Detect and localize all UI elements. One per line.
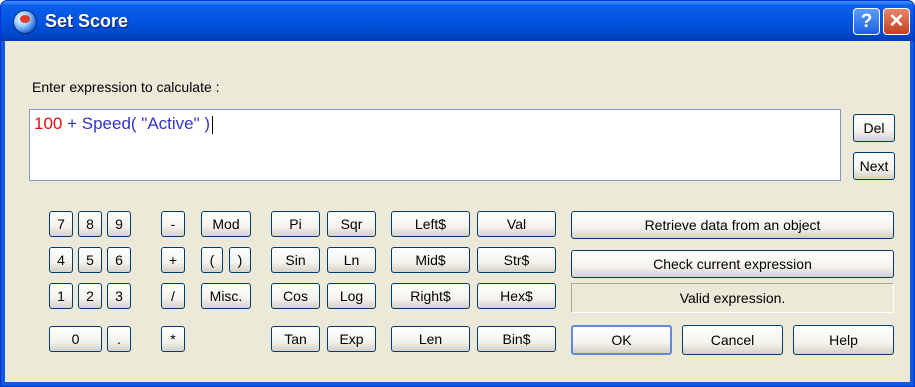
set-score-dialog: Set Score ? ✕ Enter expression to calcul… <box>0 0 915 387</box>
window-title: Set Score <box>45 11 129 31</box>
key-divide-button[interactable]: / <box>161 283 185 309</box>
dialog-client-area: Enter expression to calculate : 100 + Sp… <box>5 41 910 382</box>
help-button[interactable]: Help <box>793 325 894 355</box>
key-plus-button[interactable]: + <box>161 247 185 273</box>
key-5-button[interactable]: 5 <box>78 247 102 273</box>
key-mod-button[interactable]: Mod <box>201 211 251 237</box>
text-caret <box>212 115 214 134</box>
exp-button[interactable]: Exp <box>327 326 376 352</box>
check-expression-button[interactable]: Check current expression <box>571 250 894 278</box>
hex-string-button[interactable]: Hex$ <box>477 283 556 309</box>
key-2-button[interactable]: 2 <box>78 283 102 309</box>
title-bar[interactable]: Set Score ? ✕ <box>1 1 914 41</box>
key-multiply-button[interactable]: * <box>161 326 185 352</box>
key-1-button[interactable]: 1 <box>49 283 73 309</box>
key-dot-button[interactable]: . <box>107 326 131 352</box>
key-7-button[interactable]: 7 <box>49 211 73 237</box>
expr-close-paren-token: ) <box>204 114 211 133</box>
val-button[interactable]: Val <box>477 211 556 237</box>
expression-prompt-label: Enter expression to calculate : <box>32 79 220 95</box>
help-title-button[interactable]: ? <box>853 8 880 35</box>
expr-number-token: 100 <box>34 114 63 133</box>
next-button[interactable]: Next <box>853 152 895 180</box>
tan-button[interactable]: Tan <box>271 326 320 352</box>
mid-string-button[interactable]: Mid$ <box>391 247 470 273</box>
key-0-button[interactable]: 0 <box>49 326 102 352</box>
retrieve-data-button[interactable]: Retrieve data from an object <box>571 211 894 239</box>
log-button[interactable]: Log <box>327 283 376 309</box>
cos-button[interactable]: Cos <box>271 283 320 309</box>
expr-string-token: "Active" <box>136 114 205 133</box>
ok-button[interactable]: OK <box>571 325 672 355</box>
cancel-button[interactable]: Cancel <box>682 325 783 355</box>
sqr-button[interactable]: Sqr <box>327 211 376 237</box>
key-left-paren-button[interactable]: ( <box>201 247 223 273</box>
app-icon <box>13 10 37 34</box>
len-button[interactable]: Len <box>391 326 470 352</box>
key-right-paren-button[interactable]: ) <box>229 247 251 273</box>
ln-button[interactable]: Ln <box>327 247 376 273</box>
key-minus-button[interactable]: - <box>161 211 185 237</box>
key-3-button[interactable]: 3 <box>107 283 131 309</box>
bin-string-button[interactable]: Bin$ <box>477 326 556 352</box>
expr-operator-token: + <box>62 114 82 133</box>
del-button[interactable]: Del <box>853 114 895 142</box>
close-button[interactable]: ✕ <box>883 8 910 35</box>
key-9-button[interactable]: 9 <box>107 211 131 237</box>
left-string-button[interactable]: Left$ <box>391 211 470 237</box>
key-misc-button[interactable]: Misc. <box>201 283 251 309</box>
str-string-button[interactable]: Str$ <box>477 247 556 273</box>
key-8-button[interactable]: 8 <box>78 211 102 237</box>
right-string-button[interactable]: Right$ <box>391 283 470 309</box>
sin-button[interactable]: Sin <box>271 247 320 273</box>
expr-function-token: Speed( <box>81 114 137 133</box>
key-4-button[interactable]: 4 <box>49 247 73 273</box>
validation-status: Valid expression. <box>571 283 894 313</box>
key-6-button[interactable]: 6 <box>107 247 131 273</box>
pi-button[interactable]: Pi <box>271 211 320 237</box>
expression-input[interactable]: 100 + Speed( "Active" ) <box>29 109 841 181</box>
